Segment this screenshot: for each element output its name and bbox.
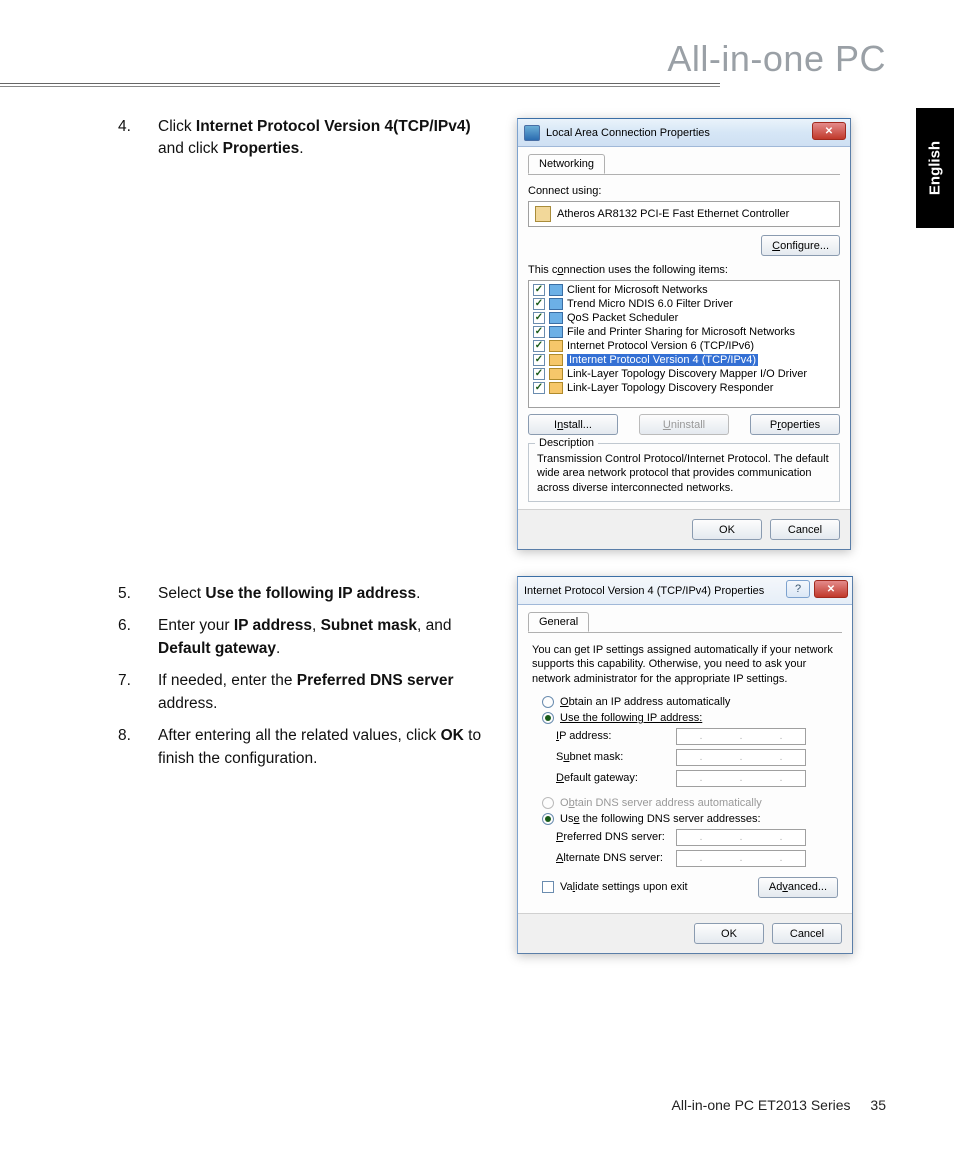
tab-strip: General: [528, 611, 842, 633]
instruction-steps-5-8: 5. Select Use the following IP address. …: [118, 583, 498, 780]
radio-obtain-ip-auto[interactable]: Obtain an IP address automatically: [542, 696, 838, 708]
list-item[interactable]: QoS Packet Scheduler: [529, 311, 839, 325]
local-area-connection-properties-dialog: Local Area Connection Properties ✕ Netwo…: [517, 118, 851, 550]
checkbox-icon[interactable]: [533, 354, 545, 366]
service-icon: [549, 312, 563, 324]
adapter-icon: [535, 206, 551, 222]
radio-obtain-dns-auto: Obtain DNS server address automatically: [542, 797, 838, 809]
service-icon: [549, 326, 563, 338]
tab-strip: Networking: [528, 153, 840, 175]
adapter-name: Atheros AR8132 PCI-E Fast Ethernet Contr…: [557, 208, 789, 220]
network-icon: [524, 125, 540, 141]
list-item[interactable]: Trend Micro NDIS 6.0 Filter Driver: [529, 297, 839, 311]
connect-using-label: Connect using:: [528, 185, 840, 197]
cancel-button[interactable]: Cancel: [772, 923, 842, 944]
page-footer: All-in-one PC ET2013 Series 35: [672, 1097, 886, 1113]
preferred-dns-field: Preferred DNS server: ...: [556, 829, 838, 846]
tab-networking[interactable]: Networking: [528, 154, 605, 174]
properties-button[interactable]: Properties: [750, 414, 840, 435]
cancel-button[interactable]: Cancel: [770, 519, 840, 540]
checkbox-icon[interactable]: [533, 340, 545, 352]
ip-address-input[interactable]: ...: [676, 728, 806, 745]
ipv4-description: You can get IP settings assigned automat…: [532, 643, 838, 686]
page-number: 35: [870, 1097, 886, 1113]
uninstall-button: Uninstall: [639, 414, 729, 435]
titlebar[interactable]: Local Area Connection Properties ✕: [518, 119, 850, 147]
configure-button[interactable]: Configure...: [761, 235, 840, 256]
protocol-icon: [549, 340, 563, 352]
protocol-icon: [549, 354, 563, 366]
radio-icon: [542, 797, 554, 809]
alternate-dns-field: Alternate DNS server: ...: [556, 850, 838, 867]
header-rule: [0, 83, 720, 89]
titlebar[interactable]: Internet Protocol Version 4 (TCP/IPv4) P…: [518, 577, 852, 605]
ip-address-field: IP address: ...: [556, 728, 838, 745]
adapter-field[interactable]: Atheros AR8132 PCI-E Fast Ethernet Contr…: [528, 201, 840, 227]
list-item[interactable]: Client for Microsoft Networks: [529, 283, 839, 297]
radio-icon[interactable]: [542, 712, 554, 724]
radio-icon[interactable]: [542, 813, 554, 825]
footer-product: All-in-one PC ET2013 Series: [672, 1097, 851, 1113]
description-text: Transmission Control Protocol/Internet P…: [537, 452, 831, 495]
subnet-mask-input[interactable]: ...: [676, 749, 806, 766]
radio-use-following-dns[interactable]: Use the following DNS server addresses:: [542, 813, 838, 825]
radio-use-following-ip[interactable]: Use the following IP address:: [542, 712, 838, 724]
dialog-title: Internet Protocol Version 4 (TCP/IPv4) P…: [524, 585, 764, 597]
list-item[interactable]: File and Printer Sharing for Microsoft N…: [529, 325, 839, 339]
brand-title: All-in-one PC: [667, 38, 886, 80]
list-item-selected[interactable]: Internet Protocol Version 4 (TCP/IPv4): [529, 353, 839, 367]
subnet-mask-field: Subnet mask: ...: [556, 749, 838, 766]
checkbox-icon[interactable]: [533, 382, 545, 394]
close-button[interactable]: ✕: [814, 580, 848, 598]
help-button[interactable]: ?: [786, 580, 810, 598]
ok-button[interactable]: OK: [694, 923, 764, 944]
ok-button[interactable]: OK: [692, 519, 762, 540]
protocol-icon: [549, 382, 563, 394]
checkbox-icon[interactable]: [533, 284, 545, 296]
list-item[interactable]: Internet Protocol Version 6 (TCP/IPv6): [529, 339, 839, 353]
tab-general[interactable]: General: [528, 612, 589, 632]
default-gateway-field: Default gateway: ...: [556, 770, 838, 787]
instruction-step-4: 4. Click Internet Protocol Version 4(TCP…: [118, 116, 498, 171]
service-icon: [549, 298, 563, 310]
description-legend: Description: [535, 437, 598, 449]
list-item[interactable]: Link-Layer Topology Discovery Responder: [529, 381, 839, 395]
default-gateway-input[interactable]: ...: [676, 770, 806, 787]
advanced-button[interactable]: Advanced...: [758, 877, 838, 898]
protocol-icon: [549, 368, 563, 380]
preferred-dns-input[interactable]: ...: [676, 829, 806, 846]
radio-icon[interactable]: [542, 696, 554, 708]
checkbox-icon[interactable]: [533, 312, 545, 324]
description-group: Description Transmission Control Protoco…: [528, 443, 840, 502]
connection-items-list[interactable]: Client for Microsoft Networks Trend Micr…: [528, 280, 840, 408]
ipv4-properties-dialog: Internet Protocol Version 4 (TCP/IPv4) P…: [517, 576, 853, 954]
alternate-dns-input[interactable]: ...: [676, 850, 806, 867]
language-tab: English: [916, 108, 954, 228]
checkbox-icon[interactable]: [533, 326, 545, 338]
install-button[interactable]: Install...: [528, 414, 618, 435]
list-item[interactable]: Link-Layer Topology Discovery Mapper I/O…: [529, 367, 839, 381]
checkbox-icon[interactable]: [542, 881, 554, 893]
items-label: This connection uses the following items…: [528, 264, 840, 276]
client-icon: [549, 284, 563, 296]
checkbox-icon[interactable]: [533, 298, 545, 310]
checkbox-icon[interactable]: [533, 368, 545, 380]
close-button[interactable]: ✕: [812, 122, 846, 140]
validate-checkbox-row[interactable]: Validate settings upon exit: [542, 881, 688, 893]
dialog-title: Local Area Connection Properties: [546, 127, 710, 139]
